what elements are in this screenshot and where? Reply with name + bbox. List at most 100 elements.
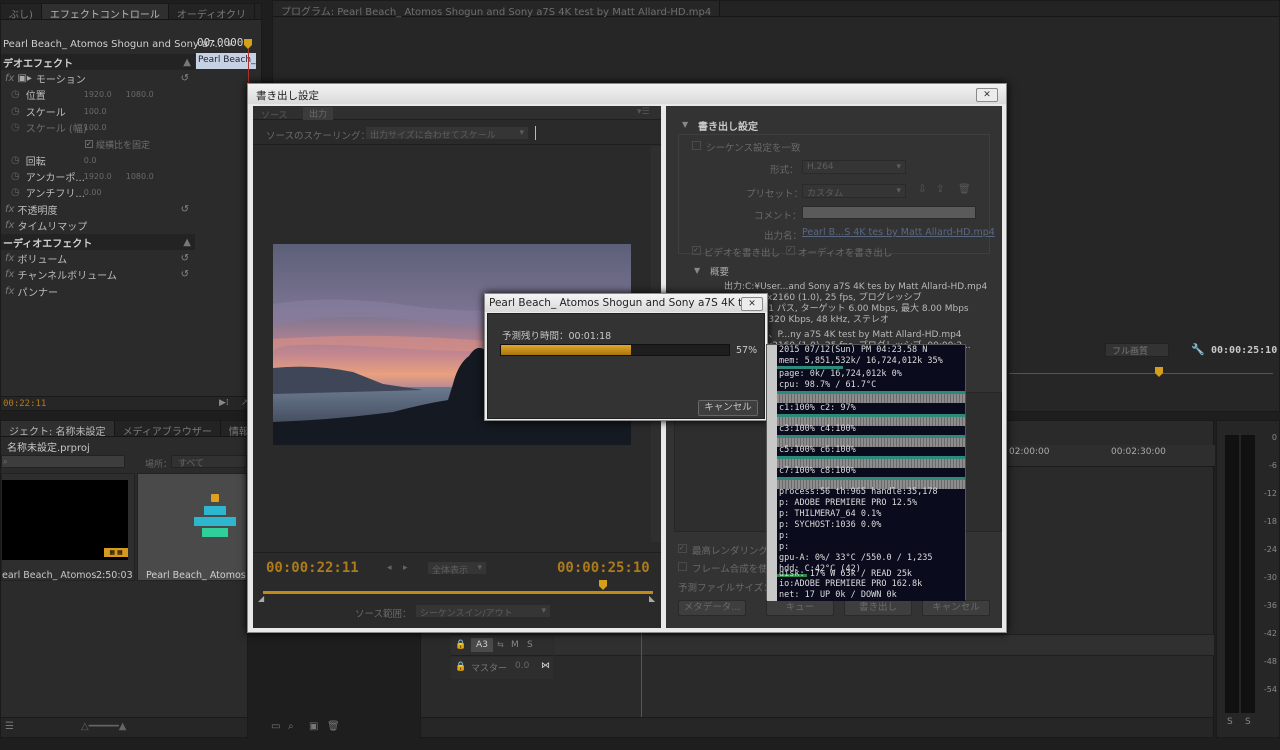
preset-select[interactable]: カスタム ▾ <box>802 184 906 199</box>
format-select[interactable]: H.264 ▾ <box>802 160 906 174</box>
sync-icon[interactable]: ⇆ <box>497 640 504 649</box>
keyframe-icon[interactable]: ⋈ <box>541 661 550 671</box>
timeline-footer <box>421 717 1213 737</box>
reset-icon[interactable]: ↺ <box>181 73 189 84</box>
list-view-icon[interactable]: ☰ <box>5 721 14 732</box>
collapse-icon[interactable]: ▲ <box>183 237 191 248</box>
project-item-sequence[interactable]: Pearl Beach_ Atomos S... <box>137 473 264 581</box>
cancel-encoding-button[interactable]: キャンセル <box>698 400 758 416</box>
close-button[interactable]: ✕ <box>976 88 998 102</box>
tab-export-output[interactable]: 出力 <box>303 107 334 120</box>
tab-effect-controls[interactable]: エフェクトコントロール <box>41 4 169 21</box>
collapse-icon[interactable]: ▲ <box>183 57 191 68</box>
import-preset-icon[interactable]: ⇪ <box>936 184 944 195</box>
effect-row-time-remap[interactable]: fx タイムリマップ <box>1 217 195 233</box>
new-bin-icon[interactable]: ▭ <box>271 721 280 732</box>
tab-source[interactable]: ぶし) <box>1 4 42 21</box>
effect-row-uniform-scale[interactable]: ✓ 縦横比を固定 <box>1 136 195 152</box>
tab-export-source[interactable]: ソース <box>261 108 288 121</box>
frame-blend-checkbox[interactable] <box>678 562 687 571</box>
comment-input[interactable] <box>802 206 976 219</box>
checkbox-checked-icon[interactable]: ✓ <box>85 140 93 148</box>
project-search-input[interactable]: ⌕ <box>1 455 125 468</box>
summary-collapse-icon[interactable]: ▼ <box>694 266 700 275</box>
range-in-handle-icon[interactable]: ◢ <box>258 594 264 603</box>
play-audio-icon[interactable]: ▶⁞ <box>219 398 229 408</box>
source-range-select[interactable]: シーケンスイン/アウト ▾ <box>415 604 551 619</box>
lock-icon[interactable]: 🔒 <box>455 662 466 672</box>
export-button[interactable]: 書き出し <box>844 600 912 616</box>
zoom-select[interactable]: 全体表示 ▾ <box>427 561 487 576</box>
reset-icon[interactable]: ↺ <box>181 204 189 215</box>
effect-row-opacity[interactable]: fx 不透明度 ↺ <box>1 201 195 217</box>
tab-media-browser[interactable]: メディアブラウザー <box>115 421 221 438</box>
stopwatch-icon[interactable]: ◷ <box>11 89 20 100</box>
effect-row-rotation[interactable]: ◷ 回転 0.0 <box>1 152 195 168</box>
settings-collapse-icon[interactable]: ▼ <box>682 120 688 129</box>
export-video-checkbox[interactable]: ✓ <box>692 246 701 255</box>
close-button[interactable]: ✕ <box>741 297 763 311</box>
scaling-select[interactable]: 出力サイズに合わせてスケール ▾ <box>365 126 529 141</box>
zoom-slider-icon[interactable]: △━━━━━▲ <box>81 721 126 732</box>
stopwatch-icon[interactable]: ◷ <box>11 187 20 198</box>
effect-row-position[interactable]: ◷ 位置 1920.0 1080.0 <box>1 86 195 102</box>
effect-clip-bar[interactable]: Pearl Beach_ <box>196 53 256 69</box>
effect-row-audio-effects[interactable]: ーディオエフェクト ▲ <box>1 234 195 250</box>
project-item-video[interactable]: ▦ ▦ earl Beach_ Atomos... 2:50:03 <box>1 473 135 581</box>
playhead-marker-icon[interactable] <box>244 39 252 49</box>
match-sequence-checkbox[interactable] <box>692 141 701 150</box>
wrench-icon[interactable]: 🔧 <box>1191 343 1205 356</box>
tab-program[interactable]: プログラム: Pearl Beach_ Atomos Shogun and So… <box>273 1 721 18</box>
metadata-button[interactable]: メタデータ... <box>678 600 746 616</box>
range-out-handle-icon[interactable]: ◣ <box>649 594 655 603</box>
master-volume[interactable]: 0.0 <box>515 661 529 671</box>
solo-right-button[interactable]: S <box>1245 717 1251 727</box>
effect-row-scale[interactable]: ◷ スケール 100.0 <box>1 103 195 119</box>
effect-row-motion[interactable]: fx ▣▸ モーション ↺ <box>1 70 195 86</box>
tab-audio-clip-mixer[interactable]: オーディオクリ <box>169 4 256 21</box>
cancel-export-button[interactable]: キャンセル <box>922 600 990 616</box>
stopwatch-icon[interactable]: ◷ <box>11 171 20 182</box>
reset-icon[interactable]: ↺ <box>181 253 189 264</box>
solo-left-button[interactable]: S <box>1227 717 1233 727</box>
new-item-icon[interactable]: ▣ <box>309 721 318 732</box>
reset-icon[interactable]: ↺ <box>181 269 189 280</box>
monitor-line: p: THILMERA7_64 0.1% <box>779 509 882 519</box>
stopwatch-icon[interactable]: ◷ <box>11 155 20 166</box>
effect-row-channel-volume[interactable]: fx チャンネルボリューム ↺ <box>1 266 195 282</box>
max-render-checkbox[interactable]: ✓ <box>678 544 687 553</box>
output-name-link[interactable]: Pearl B...S 4K tes by Matt Allard-HD.mp4 <box>802 227 995 238</box>
stopwatch-icon[interactable]: ◷ <box>11 106 20 117</box>
preset-label: プリセット： <box>746 189 804 200</box>
mute-button[interactable]: M <box>511 640 519 650</box>
fit-select[interactable]: フル画質 <box>1105 343 1169 357</box>
set-in-icon[interactable]: ◂ <box>387 563 392 573</box>
effect-row-anti-flicker[interactable]: ◷ アンチフリ... 0.00 <box>1 184 195 200</box>
stopwatch-icon: ◷ <box>11 121 20 133</box>
lock-icon[interactable]: 🔒 <box>455 640 466 650</box>
export-playhead-icon[interactable] <box>599 580 607 590</box>
timeline-track-area[interactable] <box>554 634 1214 656</box>
track-label-a3[interactable]: A3 <box>471 638 493 652</box>
effect-row-video-effects[interactable]: デオエフェクト ▲ <box>1 54 195 70</box>
export-audio-checkbox[interactable]: ✓ <box>786 246 795 255</box>
tab-project[interactable]: ジェクト: 名称未設定 <box>1 421 115 438</box>
program-playhead-icon[interactable] <box>1155 367 1163 377</box>
source-out-timecode: 00:00:25:10 <box>557 560 650 576</box>
export-video-label: ビデオを書き出し <box>704 248 781 259</box>
effect-row-volume[interactable]: fx ボリューム ↺ <box>1 250 195 266</box>
effect-row-anchor-point[interactable]: ◷ アンカーポ... 1920.0 1080.0 <box>1 168 195 184</box>
delete-preset-icon[interactable]: 🗑 <box>958 184 971 195</box>
solo-button[interactable]: S <box>527 640 533 650</box>
trash-icon[interactable]: 🗑 <box>327 721 340 732</box>
panel-menu-icon[interactable]: ▾☰ <box>637 107 650 117</box>
set-out-icon[interactable]: ▸ <box>403 563 408 573</box>
location-select[interactable]: すべて <box>171 455 247 469</box>
effect-panel-tabbar: ぶし) エフェクトコントロール オーディオクリ <box>1 4 261 21</box>
program-scrubber[interactable] <box>1009 373 1273 374</box>
queue-button[interactable]: キュー <box>766 600 834 616</box>
source-range-bar[interactable] <box>263 591 653 594</box>
effect-row-panner[interactable]: fx パンナー <box>1 283 195 299</box>
search-icon[interactable]: ⌕ <box>288 721 294 732</box>
save-preset-icon[interactable]: ⇩ <box>918 184 926 195</box>
